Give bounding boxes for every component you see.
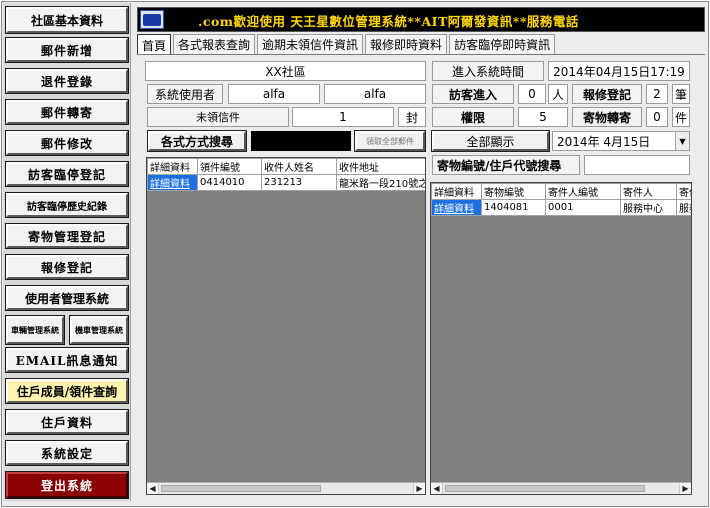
sidebar-item-system-settings[interactable]: 系統設定	[5, 440, 129, 466]
mail-search-input[interactable]	[251, 131, 351, 151]
scroll-thumb[interactable]	[445, 485, 645, 492]
parcel-forward-label: 寄物轉寄	[572, 107, 642, 127]
take-all-mail-button[interactable]: 領取全部郵件	[354, 130, 426, 152]
table-cell: 1404081	[481, 199, 546, 216]
date-select[interactable]: 2014年 4月15日 ▼	[552, 131, 690, 151]
parcel-forward-count: 0	[646, 107, 668, 127]
scroll-thumb[interactable]	[161, 485, 321, 492]
parcel-search-label: 寄物編號/住戶代號搜尋	[432, 155, 580, 175]
visitor-entry-label: 訪客進入	[432, 84, 514, 104]
sidebar-item-forward-mail[interactable]: 郵件轉寄	[5, 99, 129, 125]
header-banner: .com歡迎使用 天王星數位管理系統**AIT阿爾發資訊**服務電話	[137, 7, 705, 32]
horizontal-scrollbar[interactable]: ◀ ▶	[431, 482, 691, 494]
user-id-value: alfa	[228, 84, 320, 104]
tab-visitor-realtime[interactable]: 訪客臨停即時資訊	[449, 34, 556, 54]
column-header[interactable]: 寄件	[676, 183, 691, 200]
mail-grid-header: 詳細資料 領件編號 收件人姓名 收件地址	[147, 158, 425, 175]
sidebar-item-edit-mail[interactable]: 郵件修改	[5, 130, 129, 156]
table-row[interactable]: 詳細資料 0414010 231213 龍米路一段210號之	[147, 174, 425, 191]
detail-link[interactable]: 詳細資料	[147, 174, 198, 191]
visitor-entry-unit: 人	[548, 84, 568, 104]
unclaimed-mail-unit: 封	[398, 107, 426, 127]
chevron-down-icon[interactable]: ▼	[675, 132, 689, 150]
table-cell: 231213	[261, 174, 337, 191]
sidebar-item-email-notify[interactable]: EMAIL訊息通知	[5, 347, 129, 373]
table-cell: 龍米路一段210號之	[336, 174, 425, 191]
unclaimed-mail-count: 1	[292, 107, 394, 127]
tab-reports[interactable]: 各式報表查詢	[173, 34, 256, 54]
login-time-label: 進入系統時間	[432, 61, 544, 81]
sidebar-item-visitor-parking[interactable]: 訪客臨停登記	[5, 161, 129, 187]
repair-register-count: 2	[646, 84, 668, 104]
repair-register-unit: 筆	[672, 84, 690, 104]
sidebar-item-user-management[interactable]: 使用者管理系統	[5, 285, 129, 311]
column-header[interactable]: 寄件人編號	[545, 183, 621, 200]
detail-link[interactable]: 詳細資料	[431, 199, 482, 216]
tab-divider	[137, 54, 705, 55]
parcel-grid-header: 詳細資料 寄物編號 寄件人編號 寄件人 寄件	[431, 183, 691, 200]
sidebar-item-repair-register[interactable]: 報修登記	[5, 254, 129, 280]
table-cell: 0414010	[197, 174, 262, 191]
community-name: XX社區	[145, 61, 426, 81]
parcel-forward-unit: 件	[672, 107, 690, 127]
system-user-label: 系統使用者	[147, 84, 223, 104]
column-header[interactable]: 領件編號	[197, 158, 262, 175]
permission-value: 5	[518, 107, 568, 127]
parcel-search-input[interactable]	[584, 155, 690, 175]
table-cell: 服務中心	[620, 199, 677, 216]
sidebar-item-motorcycle-management[interactable]: 機車管理系統	[69, 315, 129, 345]
table-cell: 服務	[676, 199, 691, 216]
sidebar-item-resident-query[interactable]: 住戶成員/領件查詢	[5, 378, 129, 404]
search-methods-button[interactable]: 各式方式搜尋	[147, 130, 247, 152]
horizontal-scrollbar[interactable]: ◀ ▶	[147, 482, 425, 494]
logout-button[interactable]: 登出系統	[5, 471, 129, 499]
table-cell: 0001	[545, 199, 621, 216]
scroll-right-icon[interactable]: ▶	[679, 483, 691, 494]
sidebar-item-vehicle-management[interactable]: 車輛管理系統	[5, 315, 65, 345]
column-header[interactable]: 收件人姓名	[261, 158, 337, 175]
show-all-button[interactable]: 全部顯示	[431, 130, 550, 152]
sidebar-item-parcel-register[interactable]: 寄物管理登記	[5, 223, 129, 249]
repair-register-label: 報修登記	[572, 84, 642, 104]
sidebar-item-return-mail[interactable]: 退件登錄	[5, 68, 129, 94]
tab-overdue-mail[interactable]: 逾期未領信件資訊	[257, 34, 364, 54]
column-header[interactable]: 詳細資料	[431, 183, 482, 200]
tab-home[interactable]: 首頁	[137, 34, 172, 55]
sidebar: 社區基本資料 郵件新增 退件登錄 郵件轉寄 郵件修改 訪客臨停登記 訪客臨停歷史…	[3, 3, 131, 501]
permission-label: 權限	[432, 107, 514, 127]
unclaimed-mail-label: 未領信件	[147, 107, 289, 127]
sidebar-item-resident-data[interactable]: 住戶資料	[5, 409, 129, 435]
parcel-grid: 詳細資料 寄物編號 寄件人編號 寄件人 寄件 詳細資料 1404081 0001…	[430, 182, 692, 495]
scroll-left-icon[interactable]: ◀	[147, 483, 159, 494]
marquee-text: .com歡迎使用 天王星數位管理系統**AIT阿爾發資訊**服務電話	[198, 14, 579, 29]
scroll-left-icon[interactable]: ◀	[431, 483, 443, 494]
column-header[interactable]: 詳細資料	[147, 158, 198, 175]
sidebar-community-info-button[interactable]: 社區基本資料	[5, 6, 129, 34]
sidebar-item-visitor-history[interactable]: 訪客臨停歷史紀錄	[5, 192, 129, 218]
login-time-value: 2014年04月15日17:19	[548, 61, 690, 81]
date-select-value: 2014年 4月15日	[557, 134, 651, 149]
user-name-value: alfa	[324, 84, 426, 104]
mail-grid: 詳細資料 領件編號 收件人姓名 收件地址 詳細資料 0414010 231213…	[146, 157, 426, 495]
visitor-entry-count: 0	[518, 84, 546, 104]
table-row[interactable]: 詳細資料 1404081 0001 服務中心 服務	[431, 199, 691, 216]
column-header[interactable]: 寄物編號	[481, 183, 546, 200]
column-header[interactable]: 寄件人	[620, 183, 677, 200]
scroll-right-icon[interactable]: ▶	[413, 483, 425, 494]
sidebar-item-add-mail[interactable]: 郵件新增	[5, 37, 129, 63]
column-header[interactable]: 收件地址	[336, 158, 425, 175]
tab-repair-realtime[interactable]: 報修即時資料	[365, 34, 448, 54]
tab-bar: 首頁 各式報表查詢 逾期未領信件資訊 報修即時資料 訪客臨停即時資訊	[137, 34, 557, 55]
company-logo-icon	[140, 10, 164, 29]
